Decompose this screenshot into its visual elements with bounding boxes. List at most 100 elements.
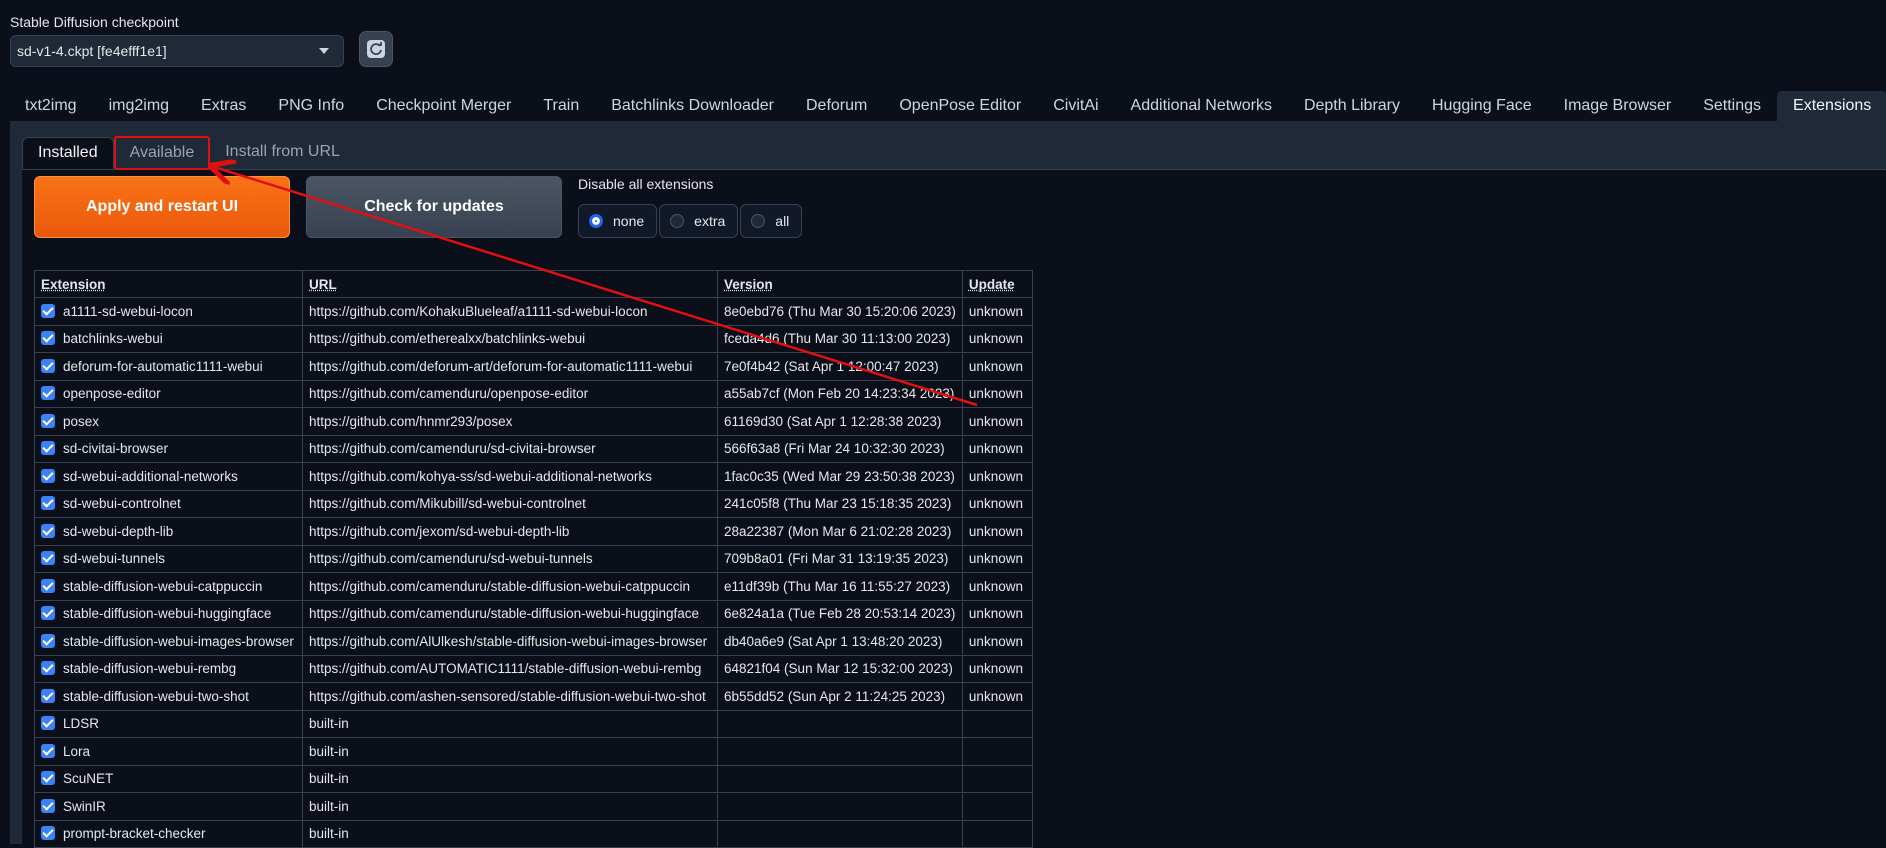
table-row: deforum-for-automatic1111-webui https://g… [34, 352, 1033, 381]
radio-extra[interactable]: extra [659, 204, 739, 238]
tab-batchlinks-downloader[interactable]: Batchlinks Downloader [595, 91, 790, 121]
tab-train[interactable]: Train [527, 91, 595, 121]
update-cell: unknown [961, 407, 1033, 436]
tab-settings[interactable]: Settings [1687, 91, 1777, 121]
cell-text: e11df39b (Thu Mar 16 11:55:27 2023) [724, 578, 951, 594]
cell-text: 6e824a1a (Tue Feb 28 20:53:14 2023) [724, 606, 956, 622]
enable-checkbox[interactable] [41, 523, 55, 538]
extension-cell: stable-diffusion-webui-images-browser [34, 627, 303, 656]
cell-text: https://github.com/etherealxx/batchlinks… [309, 331, 586, 347]
enable-checkbox[interactable] [41, 496, 55, 511]
update-cell: unknown [961, 489, 1033, 518]
extension-cell: a1111-sd-webui-locon [34, 297, 303, 326]
tab-depth-library[interactable]: Depth Library [1288, 91, 1416, 121]
extension-cell: stable-diffusion-webui-two-shot [34, 682, 303, 711]
enable-checkbox[interactable] [41, 303, 55, 318]
disable-extensions-label: Disable all extensions [578, 176, 714, 192]
enable-checkbox[interactable] [41, 716, 55, 731]
enable-checkbox[interactable] [41, 441, 55, 456]
radio-button-icon[interactable] [751, 214, 766, 228]
radio-none[interactable]: none [578, 204, 658, 238]
enable-checkbox[interactable] [41, 826, 55, 841]
tab-openpose-editor[interactable]: OpenPose Editor [883, 91, 1037, 121]
enable-checkbox[interactable] [41, 413, 55, 428]
url-cell: https://github.com/camenduru/stable-diff… [302, 599, 718, 628]
cell-text: sd-webui-depth-lib [63, 523, 174, 539]
cell-text: 8e0ebd76 (Thu Mar 30 15:20:06 2023) [724, 303, 956, 319]
cell-text: https://github.com/KohakuBlueleaf/a1111-… [309, 303, 648, 319]
tab-extras[interactable]: Extras [185, 91, 262, 121]
enable-checkbox[interactable] [41, 386, 55, 401]
enable-checkbox[interactable] [41, 661, 55, 676]
enable-checkbox[interactable] [41, 551, 55, 566]
update-cell: unknown [961, 462, 1033, 491]
url-cell: https://github.com/AUTOMATIC1111/stable-… [302, 654, 718, 683]
extension-cell: posex [34, 407, 303, 436]
cell-text: stable-diffusion-webui-images-browser [63, 633, 294, 649]
tab-png-info[interactable]: PNG Info [262, 91, 360, 121]
enable-checkbox[interactable] [41, 771, 55, 786]
cell-text: unknown [968, 688, 1023, 704]
cell-text: unknown [968, 523, 1023, 539]
enable-checkbox[interactable] [41, 688, 55, 703]
cell-text: unknown [968, 468, 1023, 484]
table-row: sd-webui-tunnels https://github.com/camen… [34, 544, 1033, 573]
table-row: stable-diffusion-webui-catppuccin https:/… [34, 572, 1033, 601]
enable-checkbox[interactable] [41, 468, 55, 483]
update-cell [961, 737, 1033, 766]
tab-img2img[interactable]: img2img [93, 91, 185, 121]
url-cell: https://github.com/camenduru/openpose-ed… [302, 379, 718, 408]
update-cell: unknown [961, 682, 1033, 711]
update-cell: unknown [961, 352, 1033, 381]
cell-text: sd-civitai-browser [63, 441, 169, 457]
subtab-available[interactable]: Available [113, 136, 211, 170]
apply-restart-button[interactable]: Apply and restart UI [34, 176, 290, 238]
tab-deforum[interactable]: Deforum [790, 91, 883, 121]
cell-text: https://github.com/kohya-ss/sd-webui-add… [309, 468, 652, 484]
tab-hugging-face[interactable]: Hugging Face [1416, 91, 1548, 121]
radio-all[interactable]: all [740, 204, 803, 238]
extension-cell: ScuNET [34, 764, 303, 793]
cell-text: a1111-sd-webui-locon [63, 303, 193, 319]
radio-button-icon[interactable] [670, 214, 685, 228]
enable-checkbox[interactable] [41, 633, 55, 648]
update-cell [961, 792, 1033, 821]
extension-cell: deforum-for-automatic1111-webui [34, 352, 303, 381]
radio-button-icon[interactable] [589, 214, 603, 228]
enable-checkbox[interactable] [41, 358, 55, 373]
cell-text: https://github.com/AUTOMATIC1111/stable-… [309, 661, 702, 677]
cell-text: stable-diffusion-webui-rembg [63, 661, 237, 677]
checkpoint-dropdown[interactable]: sd-v1-4.ckpt [fe4efff1e1] [10, 35, 344, 67]
cell-text: sd-webui-additional-networks [63, 468, 238, 484]
checkpoint-value: sd-v1-4.ckpt [fe4efff1e1] [17, 43, 167, 59]
cell-text: 6b55dd52 (Sun Apr 2 11:24:25 2023) [724, 688, 946, 704]
enable-checkbox[interactable] [41, 743, 55, 758]
cell-text: https://github.com/AlUlkesh/stable-diffu… [309, 633, 708, 649]
subtab-install-from-url[interactable]: Install from URL [210, 137, 355, 169]
tab-civitai[interactable]: CivitAi [1037, 91, 1114, 121]
enable-checkbox[interactable] [41, 331, 55, 346]
version-cell: 28a22387 (Mon Mar 6 21:02:28 2023) [717, 517, 963, 546]
enable-checkbox[interactable] [41, 606, 55, 621]
refresh-icon [367, 40, 385, 58]
cell-text: 709b8a01 (Fri Mar 31 13:19:35 2023) [724, 551, 949, 567]
refresh-checkpoint-button[interactable] [359, 31, 393, 67]
enable-checkbox[interactable] [41, 578, 55, 593]
tab-image-browser[interactable]: Image Browser [1548, 91, 1688, 121]
table-row: sd-webui-additional-networks https://gith… [34, 462, 1033, 491]
cell-text: stable-diffusion-webui-catppuccin [63, 578, 263, 594]
radio-label: none [613, 213, 645, 229]
update-cell: unknown [961, 627, 1033, 656]
check-updates-button[interactable]: Check for updates [306, 176, 562, 238]
tab-checkpoint-merger[interactable]: Checkpoint Merger [360, 91, 527, 121]
url-cell: https://github.com/AlUlkesh/stable-diffu… [302, 627, 718, 656]
cell-text: built-in [309, 798, 349, 814]
tab-txt2img[interactable]: txt2img [9, 91, 93, 121]
checkpoint-label: Stable Diffusion checkpoint [10, 14, 179, 30]
cell-text: built-in [309, 716, 349, 732]
subtab-installed[interactable]: Installed [22, 137, 114, 169]
enable-checkbox[interactable] [41, 798, 55, 813]
cell-text: batchlinks-webui [63, 331, 163, 347]
tab-extensions[interactable]: Extensions [1777, 91, 1886, 121]
tab-additional-networks[interactable]: Additional Networks [1115, 91, 1288, 121]
